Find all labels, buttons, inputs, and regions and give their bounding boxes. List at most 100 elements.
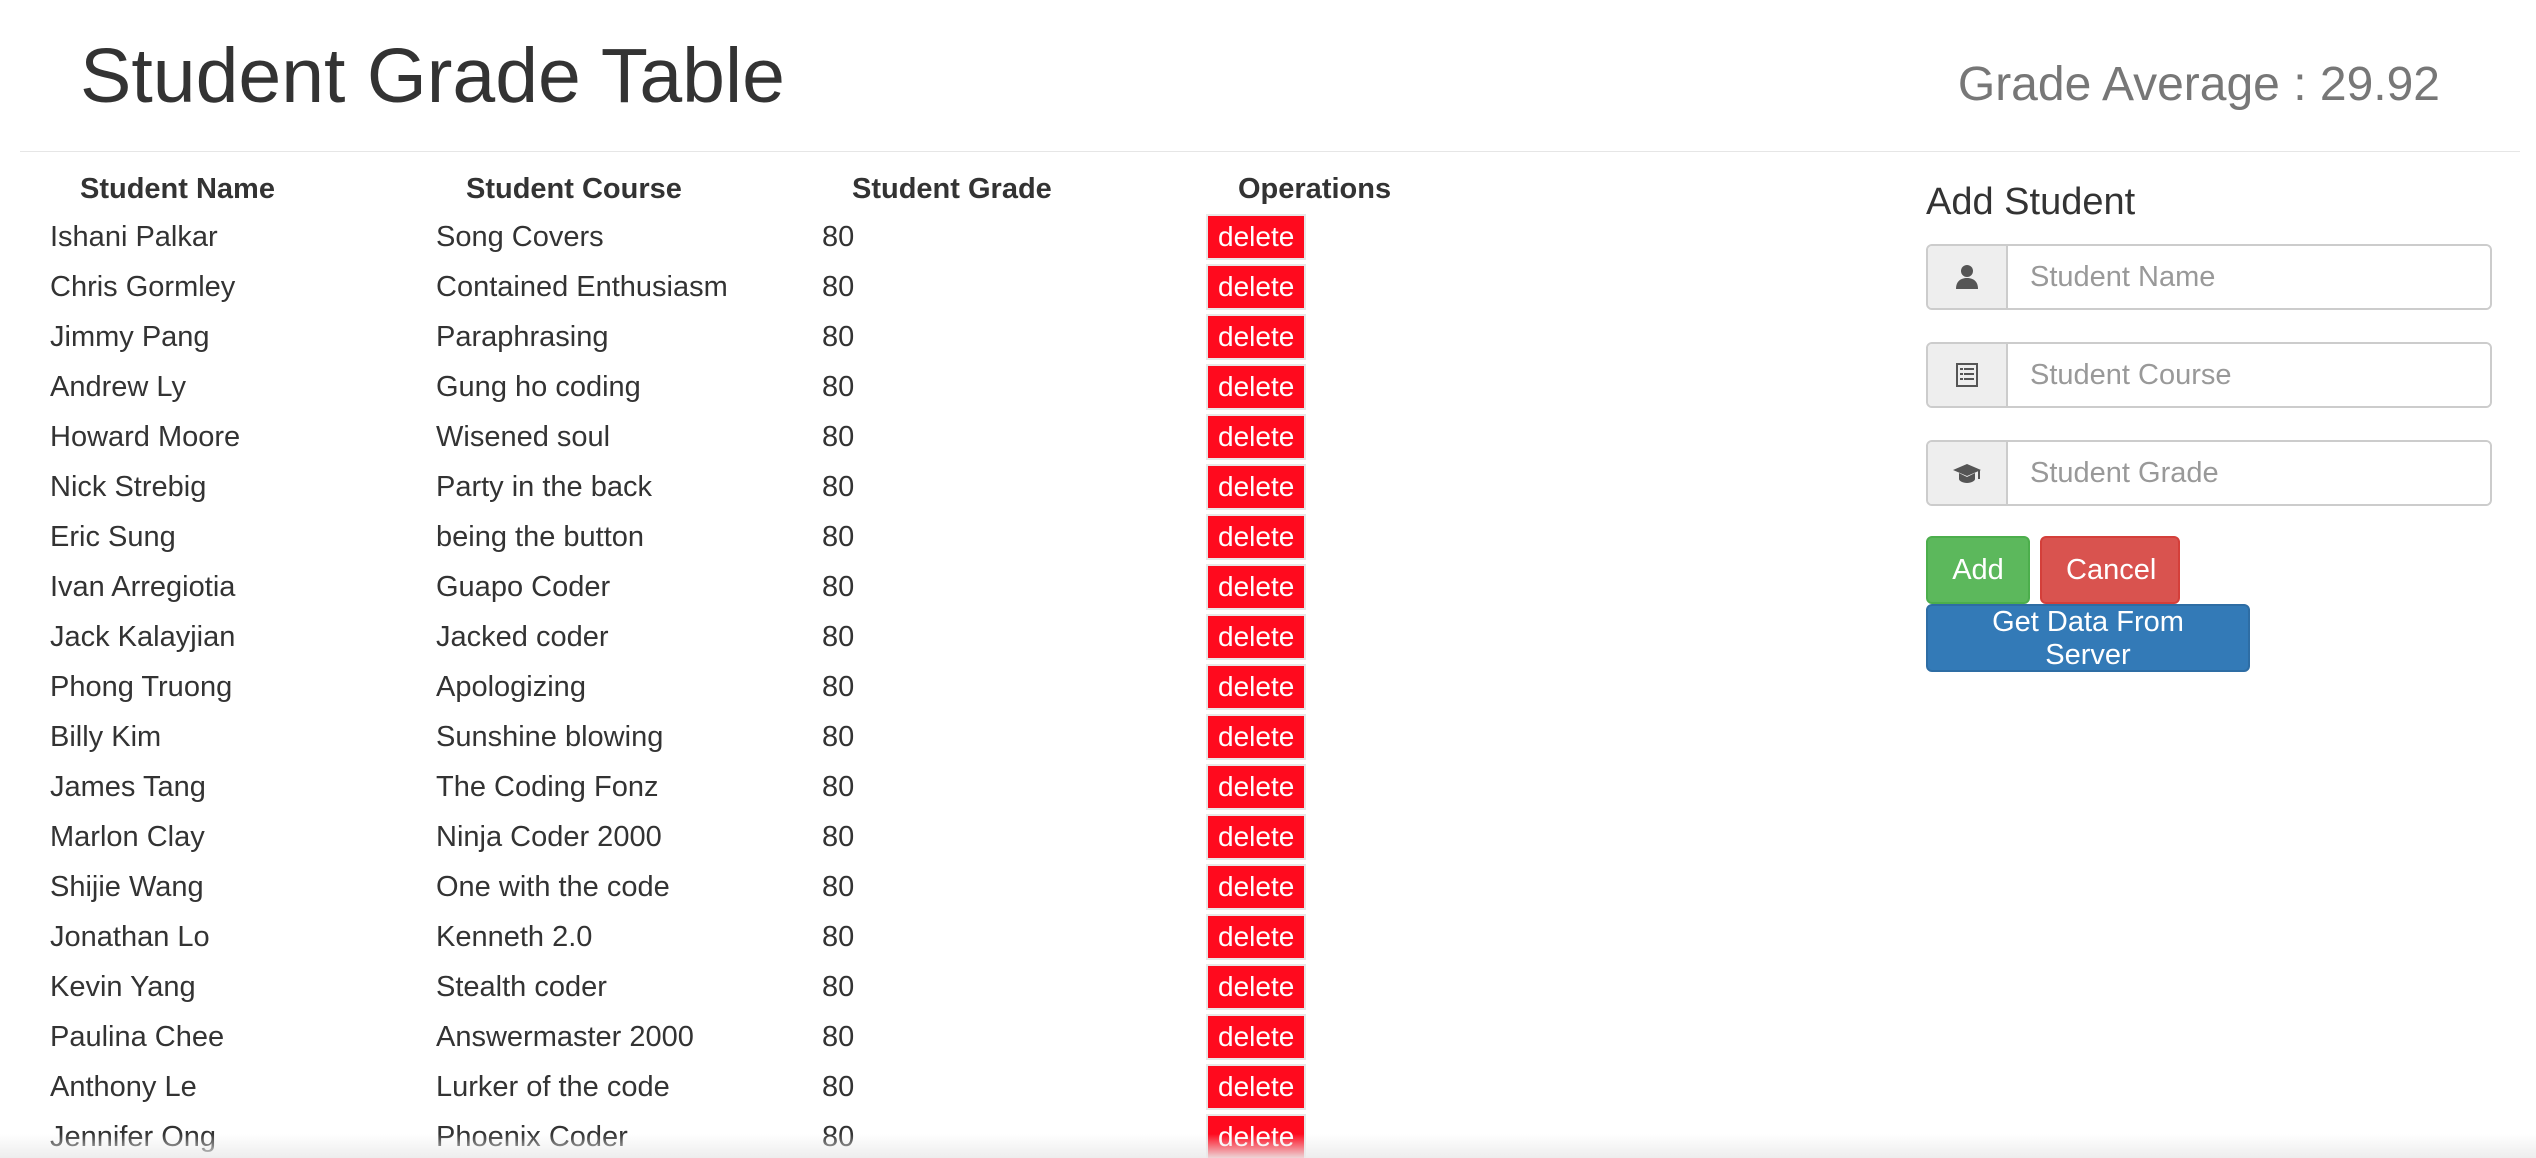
table-row: Ivan Arregiotia Guapo Coder 80 delete <box>30 562 1391 612</box>
student-grade-cell: 80 <box>822 870 855 903</box>
table-row: Eric Sung being the button 80 delete <box>30 512 1391 562</box>
student-name-cell: Jimmy Pang <box>50 320 210 353</box>
table-row: Andrew Ly Gung ho coding 80 delete <box>30 362 1391 412</box>
table-row: Jack Kalayjian Jacked coder 80 delete <box>30 612 1391 662</box>
student-name-cell: Jonathan Lo <box>50 920 210 953</box>
student-name-cell: Nick Strebig <box>50 470 207 503</box>
table-row: James Tang The Coding Fonz 80 delete <box>30 762 1391 812</box>
student-course-input[interactable] <box>2008 344 2490 406</box>
operations-cell: delete <box>1188 962 1391 1012</box>
student-name-cell: Howard Moore <box>50 420 241 453</box>
student-name-cell: Ivan Arregiotia <box>50 570 236 603</box>
get-data-from-server-button[interactable]: Get Data From Server <box>1926 604 2250 672</box>
student-name-cell: Kevin Yang <box>50 970 196 1003</box>
table-row: Kevin Yang Stealth coder 80 delete <box>30 962 1391 1012</box>
operations-cell: delete <box>1188 462 1391 512</box>
table-row: Ishani Palkar Song Covers 80 delete <box>30 212 1391 262</box>
student-grade-cell: 80 <box>822 370 855 403</box>
student-course-cell: Song Covers <box>436 220 604 253</box>
student-course-cell: One with the code <box>436 870 670 903</box>
delete-button[interactable]: delete <box>1206 764 1307 810</box>
delete-button[interactable]: delete <box>1206 464 1307 510</box>
student-name-cell: James Tang <box>50 770 206 803</box>
delete-button[interactable]: delete <box>1206 364 1307 410</box>
operations-cell: delete <box>1188 812 1391 862</box>
student-grade-cell: 80 <box>822 270 855 303</box>
operations-cell: delete <box>1188 212 1391 262</box>
student-grade-cell: 80 <box>822 720 855 753</box>
delete-button[interactable]: delete <box>1206 414 1307 460</box>
operations-cell: delete <box>1188 362 1391 412</box>
delete-button[interactable]: delete <box>1206 614 1307 660</box>
student-course-cell: Apologizing <box>436 670 586 703</box>
student-course-cell: Gung ho coding <box>436 370 641 403</box>
operations-cell: delete <box>1188 512 1391 562</box>
student-name-cell: Eric Sung <box>50 520 176 553</box>
delete-button[interactable]: delete <box>1206 714 1307 760</box>
student-grade-cell: 80 <box>822 620 855 653</box>
delete-button[interactable]: delete <box>1206 964 1307 1010</box>
page: Student Grade Table Grade Average : 29.9… <box>0 0 2536 1158</box>
delete-button[interactable]: delete <box>1206 314 1307 360</box>
header-divider <box>20 151 2520 152</box>
delete-button[interactable]: delete <box>1206 214 1307 260</box>
student-course-cell: The Coding Fonz <box>436 770 659 803</box>
student-course-cell: Lurker of the code <box>436 1070 670 1103</box>
student-course-cell: Stealth coder <box>436 970 607 1003</box>
student-course-cell: Contained Enthusiasm <box>436 270 728 303</box>
student-grade-input[interactable] <box>2008 442 2490 504</box>
add-student-title: Add Student <box>1926 181 2136 223</box>
student-name-cell: Andrew Ly <box>50 370 186 403</box>
table-row: Anthony Le Lurker of the code 80 delete <box>30 1062 1391 1112</box>
delete-button[interactable]: delete <box>1206 664 1307 710</box>
operations-cell: delete <box>1188 562 1391 612</box>
student-name-cell: Paulina Chee <box>50 1020 225 1053</box>
delete-button[interactable]: delete <box>1206 814 1307 860</box>
bottom-fade <box>0 1134 2536 1158</box>
header-student-name: Student Name <box>80 173 275 205</box>
student-course-cell: Wisened soul <box>436 420 611 453</box>
student-grade-cell: 80 <box>822 320 855 353</box>
student-name-cell: Chris Gormley <box>50 270 236 303</box>
student-name-cell: Ishani Palkar <box>50 220 218 253</box>
add-button[interactable]: Add <box>1926 536 2030 604</box>
student-name-group <box>1926 244 2492 310</box>
student-course-cell: Answermaster 2000 <box>436 1020 694 1053</box>
delete-button[interactable]: delete <box>1206 1064 1307 1110</box>
operations-cell: delete <box>1188 262 1391 312</box>
student-name-cell: Marlon Clay <box>50 820 205 853</box>
table-body: Ishani Palkar Song Covers 80 delete Chris Go… <box>30 212 1391 1158</box>
student-course-cell: Party in the back <box>436 470 652 503</box>
delete-button[interactable]: delete <box>1206 264 1307 310</box>
add-student-panel: Add Student Student Name Student Course … <box>1926 172 2492 672</box>
delete-button[interactable]: delete <box>1206 514 1307 560</box>
student-course-cell: being the button <box>436 520 645 553</box>
student-name-input[interactable] <box>2008 246 2490 308</box>
student-name-cell: Shijie Wang <box>50 870 204 903</box>
grade-average: Grade Average : 29.92 <box>1958 50 2440 120</box>
student-course-group <box>1926 342 2492 408</box>
student-grade-table: Student Name Student Course Student Grad… <box>30 160 1391 1158</box>
table-row: Shijie Wang One with the code 80 delete <box>30 862 1391 912</box>
table-row: Nick Strebig Party in the back 80 delete <box>30 462 1391 512</box>
operations-cell: delete <box>1188 662 1391 712</box>
user-icon <box>1928 246 2008 308</box>
table-row: Jimmy Pang Paraphrasing 80 delete <box>30 312 1391 362</box>
operations-cell: delete <box>1188 312 1391 362</box>
student-course-cell: Kenneth 2.0 <box>436 920 593 953</box>
student-name-cell: Anthony Le <box>50 1070 197 1103</box>
student-grade-cell: 80 <box>822 470 855 503</box>
user-icon-svg <box>1956 265 1978 289</box>
delete-button[interactable]: delete <box>1206 864 1307 910</box>
student-grade-cell: 80 <box>822 570 855 603</box>
student-course-cell: Ninja Coder 2000 <box>436 820 662 853</box>
graduation-cap-icon <box>1928 442 2008 504</box>
table-row: Paulina Chee Answermaster 2000 80 delete <box>30 1012 1391 1062</box>
delete-button[interactable]: delete <box>1206 564 1307 610</box>
delete-button[interactable]: delete <box>1206 1014 1307 1060</box>
student-grade-cell: 80 <box>822 920 855 953</box>
cancel-button[interactable]: Cancel <box>2040 536 2180 604</box>
student-name-cell: Phong Truong <box>50 670 233 703</box>
table-header-row: Student Name Student Course Student Grad… <box>30 160 1391 212</box>
delete-button[interactable]: delete <box>1206 914 1307 960</box>
